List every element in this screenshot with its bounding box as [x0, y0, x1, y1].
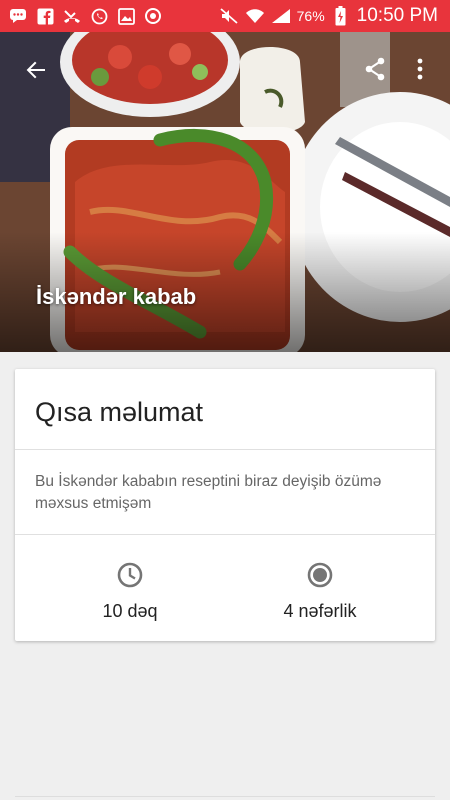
cook-time-label: 10 dəq	[102, 601, 158, 621]
gallery-icon	[116, 7, 136, 25]
servings-label: 4 nəfərlik	[283, 601, 357, 621]
share-button[interactable]	[358, 52, 392, 86]
status-bar: 76% 10:50 PM	[0, 0, 450, 32]
missed-call-icon	[62, 7, 82, 25]
divider	[15, 796, 435, 797]
servings-icon	[307, 562, 333, 588]
servings-stat: 4 nəfərlik	[215, 561, 425, 622]
recipe-hero-image: İskəndər kabab	[0, 32, 450, 352]
whatsapp-icon	[89, 7, 109, 25]
facebook-icon	[35, 7, 55, 25]
clock-icon	[117, 562, 143, 588]
recipe-description: Bu İskəndər kababın reseptini biraz deyi…	[35, 473, 382, 512]
signal-icon	[271, 7, 291, 25]
card-title: Qısa məlumat	[35, 397, 204, 427]
divider	[15, 449, 435, 450]
system-status: 76% 10:50 PM	[219, 5, 450, 27]
sync-icon	[143, 7, 163, 25]
summary-card: Qısa məlumat Bu İskəndər kababın resepti…	[15, 369, 435, 641]
more-options-button[interactable]	[406, 52, 434, 86]
chat-bubble-icon	[8, 7, 28, 25]
mute-icon	[219, 7, 239, 25]
arrow-back-icon	[26, 61, 45, 79]
notification-icons	[0, 7, 163, 25]
cook-time-stat: 10 dəq	[25, 561, 235, 622]
clock: 10:50 PM	[356, 5, 438, 26]
back-button[interactable]	[18, 52, 54, 88]
battery-percent: 76%	[296, 8, 325, 24]
share-icon	[365, 57, 385, 81]
more-vert-icon	[417, 58, 423, 80]
wifi-icon	[245, 7, 265, 25]
battery-charging-icon	[331, 6, 351, 26]
divider	[15, 534, 435, 535]
recipe-title: İskəndər kabab	[36, 284, 197, 309]
